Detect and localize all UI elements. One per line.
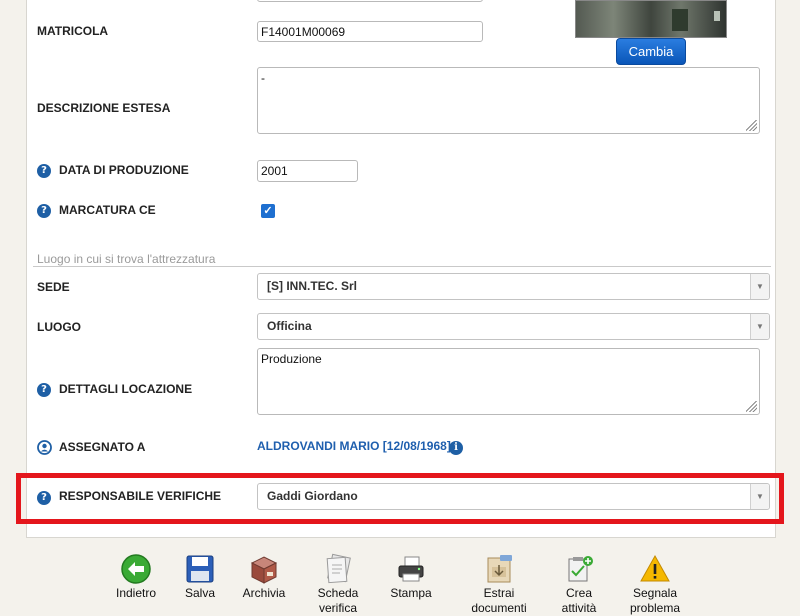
toolbar-label: Scheda	[317, 586, 359, 600]
dettagli-value: Produzione	[261, 352, 322, 366]
toolbar-archivia[interactable]: Archivia	[234, 553, 294, 601]
toolbar-stampa[interactable]: Stampa	[381, 553, 441, 601]
toolbar-label: Stampa	[390, 586, 432, 600]
marcatura-label: MARCATURA CE	[59, 203, 156, 217]
help-icon[interactable]: ?	[37, 383, 51, 397]
luogo-select[interactable]: Officina ▼	[257, 313, 770, 340]
help-icon[interactable]: ?	[37, 204, 51, 218]
chevron-down-icon[interactable]: ▼	[750, 274, 769, 299]
luogo-label: LUOGO	[37, 320, 81, 334]
resize-grip-icon[interactable]	[746, 401, 757, 412]
info-icon[interactable]: i	[449, 441, 463, 455]
toolbar-label: Estrai	[483, 586, 515, 600]
assegnato-link[interactable]: ALDROVANDI MARIO [12/08/1968]	[257, 439, 451, 453]
descrizione-textarea[interactable]: -	[257, 67, 760, 134]
toolbar-label: Crea	[565, 586, 592, 600]
matricola-input[interactable]: F14001M00069	[257, 21, 483, 42]
location-section-title: Luogo in cui si trova l'attrezzatura	[37, 252, 216, 266]
dettagli-textarea[interactable]: Produzione	[257, 348, 760, 415]
resize-grip-icon[interactable]	[746, 120, 757, 131]
luogo-value: Officina	[267, 319, 312, 333]
assegnato-label: ASSEGNATO A	[59, 440, 146, 454]
highlight-box	[16, 473, 784, 524]
marcatura-checkbox[interactable]: ✓	[261, 204, 275, 218]
sede-value: [S] INN.TEC. Srl	[267, 279, 358, 293]
create-task-icon	[568, 556, 593, 582]
printer-icon	[398, 556, 424, 582]
toolbar-segnala-problema[interactable]: Segnala problema	[623, 553, 687, 616]
descrizione-value: -	[261, 71, 265, 85]
matricola-label: MATRICOLA	[37, 24, 109, 38]
toolbar-label: Archivia	[242, 586, 286, 600]
help-icon[interactable]: ?	[37, 164, 51, 178]
archive-box-icon	[250, 556, 278, 584]
equipment-photo	[575, 0, 727, 38]
partial-input-top[interactable]	[257, 0, 483, 2]
back-arrow-icon	[121, 554, 151, 584]
toolbar-indietro[interactable]: Indietro	[106, 553, 166, 601]
warning-icon	[640, 554, 670, 582]
data-produzione-label: DATA DI PRODUZIONE	[59, 163, 189, 177]
toolbar-label: Salva	[184, 586, 216, 600]
toolbar-label: Indietro	[115, 586, 157, 600]
chevron-down-icon[interactable]: ▼	[750, 314, 769, 339]
document-stack-icon	[326, 553, 351, 584]
sede-select[interactable]: [S] INN.TEC. Srl ▼	[257, 273, 770, 300]
data-produzione-input[interactable]: 2001	[257, 160, 358, 182]
toolbar-salva[interactable]: Salva	[170, 553, 230, 601]
toolbar-estrai-documenti[interactable]: Estrai documenti	[466, 553, 532, 616]
change-photo-button[interactable]: Cambia	[616, 38, 686, 65]
sede-label: SEDE	[37, 280, 70, 294]
dettagli-label: DETTAGLI LOCAZIONE	[59, 382, 193, 396]
floppy-disk-icon	[186, 555, 214, 583]
descrizione-label: DESCRIZIONE ESTESA	[37, 101, 171, 115]
section-divider	[33, 266, 771, 267]
assigned-person-icon	[37, 440, 52, 455]
toolbar-crea-attivita[interactable]: Crea attività	[549, 553, 609, 616]
toolbar-label: Segnala	[632, 586, 678, 600]
zip-extract-icon	[487, 555, 512, 583]
toolbar-scheda-verifica[interactable]: Scheda verifica	[308, 553, 368, 616]
